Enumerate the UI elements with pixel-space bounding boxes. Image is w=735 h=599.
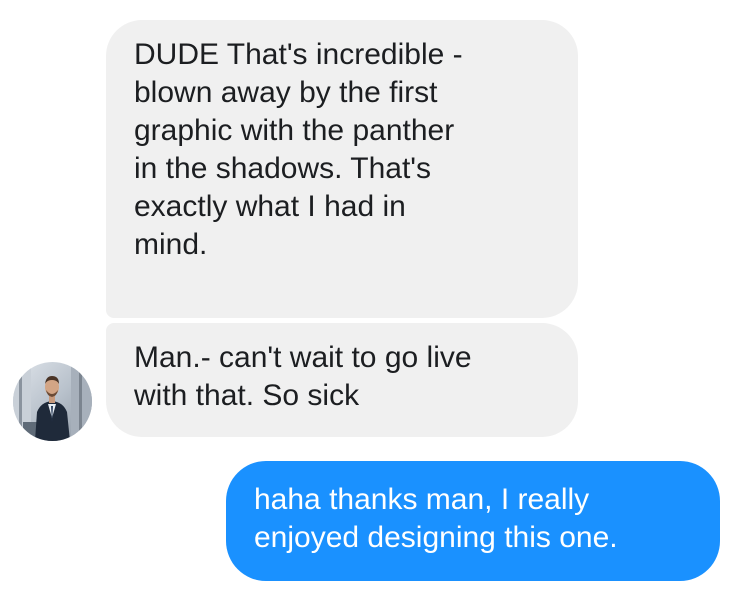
incoming-message-bubble[interactable]: DUDE That's incredible - blown away by t… xyxy=(106,20,578,318)
avatar-photo-icon xyxy=(13,362,92,441)
incoming-message-bubble[interactable]: Man.- can't wait to go live with that. S… xyxy=(106,323,578,437)
outgoing-message-bubble[interactable]: haha thanks man, I really enjoyed design… xyxy=(226,461,720,581)
contact-avatar[interactable] xyxy=(13,362,92,441)
